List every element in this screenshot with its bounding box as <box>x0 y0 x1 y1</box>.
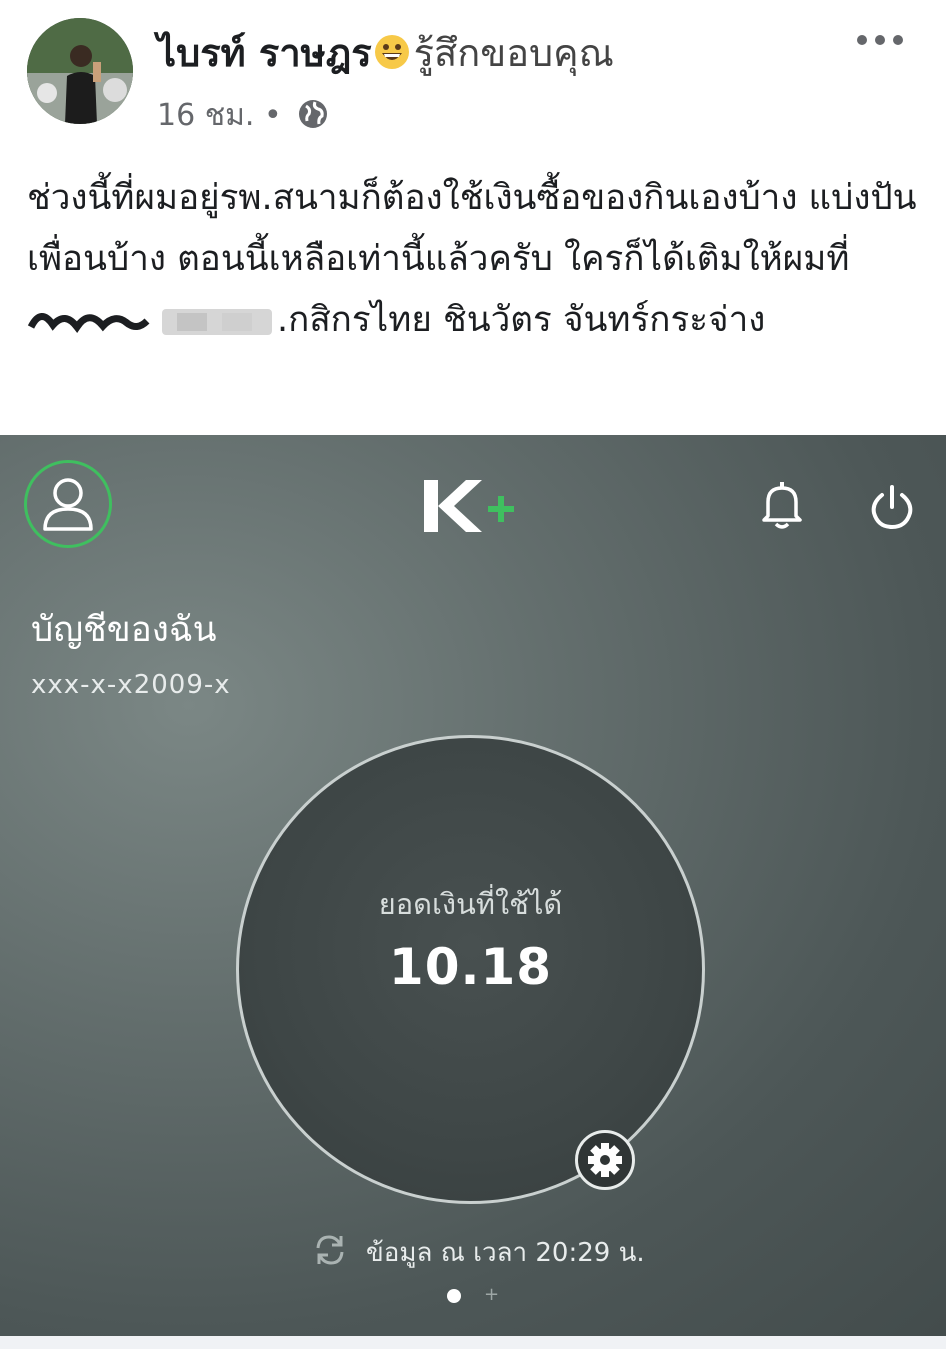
author-name[interactable]: ไบรท์ ราษฎร <box>157 31 372 75</box>
grinning-face-icon <box>374 34 410 70</box>
gear-icon[interactable] <box>575 1130 635 1190</box>
account-number: xxx-x-x2009-x <box>31 670 231 700</box>
post-divider <box>0 1336 946 1349</box>
balance-circle[interactable]: ยอดเงินที่ใช้ได้ 10.18 <box>236 735 705 1204</box>
bell-icon[interactable] <box>760 480 804 530</box>
meta-separator: • <box>263 98 282 133</box>
post-timestamp[interactable]: 16 ชม. <box>157 98 254 133</box>
page-indicator-add[interactable]: + <box>484 1284 499 1305</box>
author-avatar[interactable] <box>27 18 133 124</box>
profile-button[interactable] <box>24 460 112 548</box>
account-title[interactable]: บัญชีของฉัน <box>31 602 217 657</box>
post-text-part-2: .กสิกรไทย ชินวัตร จันทร์กระจ่าง <box>277 300 766 340</box>
user-icon <box>43 478 93 531</box>
data-timestamp: ข้อมูล ณ เวลา 20:29 น. <box>366 1238 645 1268</box>
post-body-text: ช่วงนี้ที่ผมอยู่รพ.สนามก็ต้องใช้เงินซื้อ… <box>27 168 922 351</box>
post-text-part-1: ช่วงนี้ที่ผมอยู่รพ.สนามก็ต้องใช้เงินซื้อ… <box>27 178 917 279</box>
page-indicator-active[interactable] <box>447 1289 461 1303</box>
kplus-logo <box>420 478 524 534</box>
globe-icon[interactable] <box>297 98 329 130</box>
author-line: ไบรท์ ราษฎร รู้สึกขอบคุณ <box>157 22 614 83</box>
post-meta: 16 ชม. • <box>157 92 329 139</box>
available-balance-value: 10.18 <box>388 938 553 996</box>
available-balance-label: ยอดเงินที่ใช้ได้ <box>378 887 563 921</box>
feeling-label[interactable]: รู้สึกขอบคุณ <box>414 31 614 75</box>
more-options-icon[interactable] <box>852 28 908 52</box>
power-icon[interactable] <box>868 483 916 531</box>
refresh-icon[interactable] <box>312 1232 348 1268</box>
post-header: ไบรท์ ราษฎร รู้สึกขอบคุณ 16 ชม. • <box>0 0 946 150</box>
kplus-screenshot: บัญชีของฉัน xxx-x-x2009-x ยอดเงินที่ใช้ไ… <box>0 435 946 1336</box>
redacted-account-number <box>27 300 277 340</box>
